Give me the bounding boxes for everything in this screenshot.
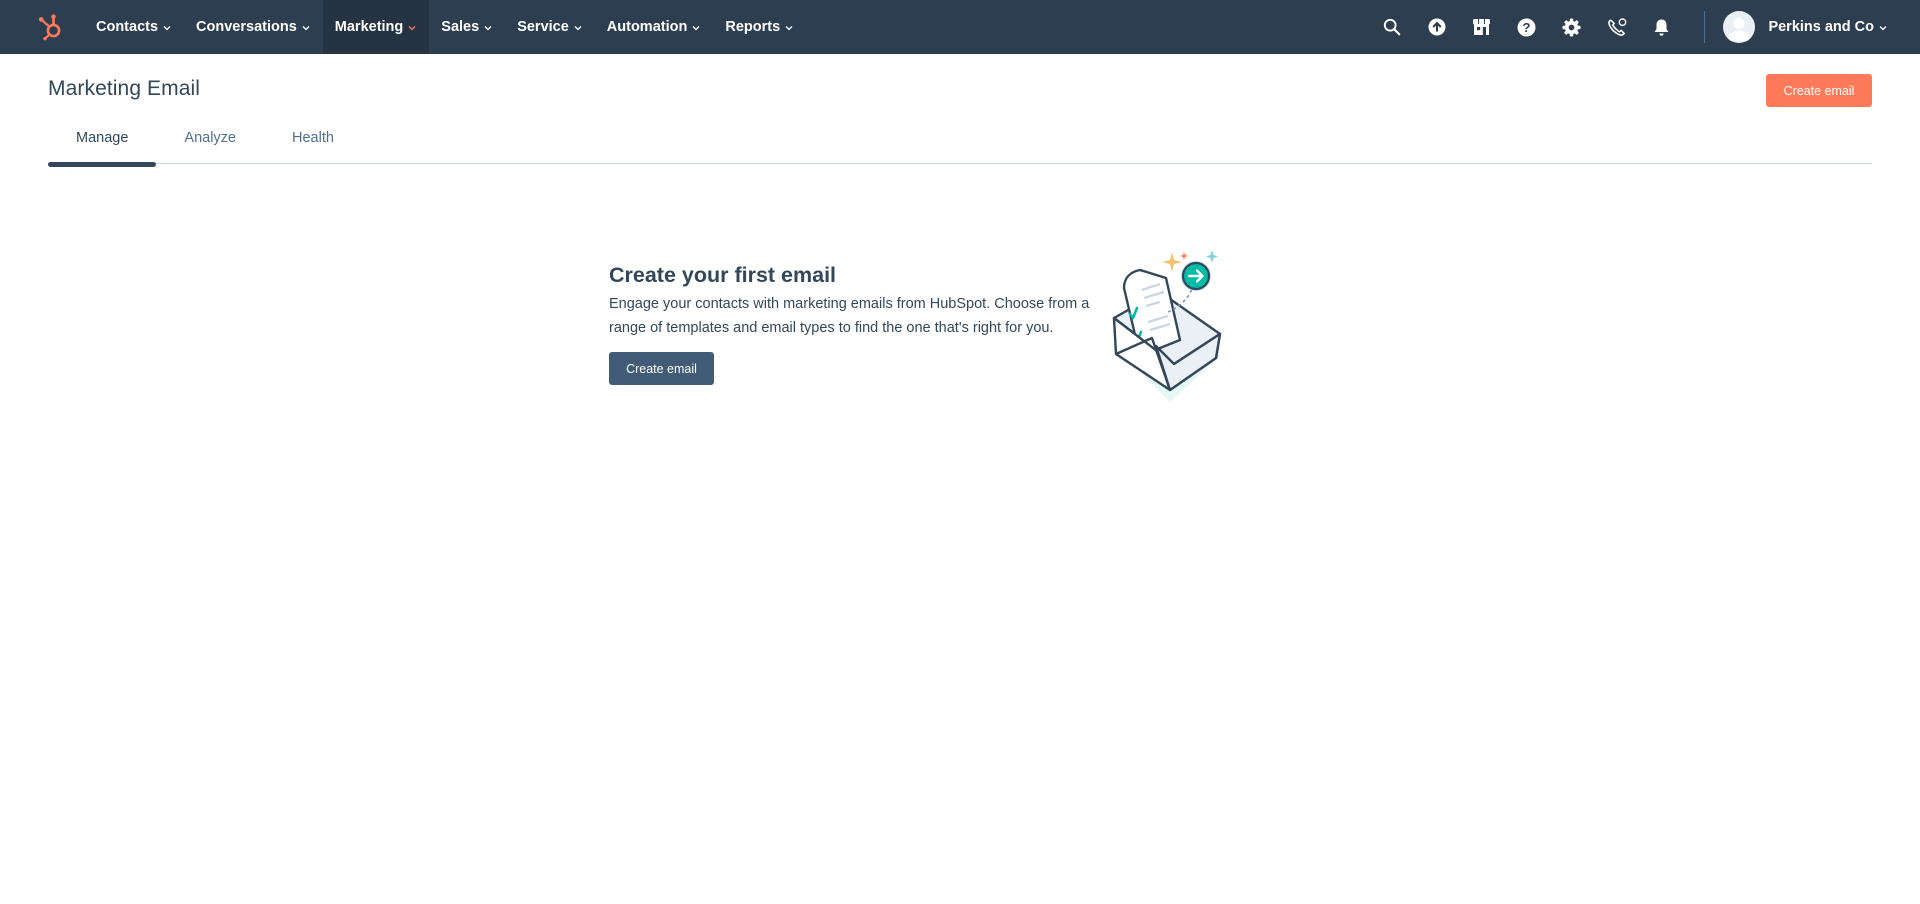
svg-text:?: ? [1523, 20, 1531, 35]
account-name: Perkins and Co [1768, 19, 1874, 35]
nav-item-label: Service [517, 19, 569, 35]
help-button[interactable]: ? [1504, 0, 1549, 54]
settings-button[interactable] [1549, 0, 1594, 54]
chevron-down-icon [574, 26, 582, 31]
hubspot-sprocket-icon [38, 14, 61, 41]
create-email-button[interactable]: Create email [1766, 74, 1872, 107]
nav-item-label: Sales [441, 19, 480, 35]
empty-state-create-email-button[interactable]: Create email [609, 352, 714, 385]
calling-button[interactable] [1594, 0, 1639, 54]
upgrade-icon [1428, 18, 1446, 36]
nav-marketing[interactable]: Marketing [322, 0, 430, 54]
nav-item-label: Automation [606, 19, 688, 35]
nav-contacts[interactable]: Contacts [84, 0, 184, 54]
notifications-button[interactable] [1639, 0, 1684, 54]
nav-item-label: Conversations [196, 19, 297, 35]
nav-item-label: Contacts [96, 19, 159, 35]
settings-icon [1562, 17, 1581, 37]
nav-item-label: Reports [725, 19, 781, 35]
chevron-down-icon [163, 26, 171, 31]
email-envelope-illustration [1112, 250, 1222, 402]
account-menu[interactable]: Perkins and Co [1723, 0, 1920, 54]
chevron-down-icon [692, 26, 700, 31]
marketplace-icon [1473, 19, 1491, 35]
nav-service[interactable]: Service [505, 0, 595, 54]
marketplace-button[interactable] [1459, 0, 1504, 54]
nav-sales[interactable]: Sales [429, 0, 505, 54]
calling-icon [1608, 17, 1627, 36]
chevron-down-icon [484, 26, 492, 31]
chevron-down-icon [302, 26, 310, 31]
empty-state: Create your first email Engage your cont… [609, 262, 1109, 385]
search-button[interactable] [1369, 0, 1414, 54]
tab-health[interactable]: Health [264, 118, 362, 164]
nav-item-label: Marketing [334, 19, 404, 35]
empty-state-description: Engage your contacts with marketing emai… [609, 296, 1090, 336]
tab-manage[interactable]: Manage [48, 118, 157, 167]
page-title: Marketing Email [48, 77, 201, 100]
upgrade-button[interactable] [1414, 0, 1459, 54]
help-icon: ? [1517, 18, 1536, 36]
notifications-icon [1654, 19, 1669, 36]
tab-analyze[interactable]: Analyze [156, 118, 264, 164]
chevron-down-icon [408, 26, 416, 31]
main-menu: Contacts Conversations Marketing Sales S… [84, 0, 806, 54]
nav-conversations[interactable]: Conversations [184, 0, 323, 54]
default-avatar-icon [1727, 17, 1751, 41]
nav-automation[interactable]: Automation [595, 0, 714, 54]
nav-divider [1704, 11, 1706, 43]
chevron-down-icon [785, 26, 793, 31]
search-icon [1383, 18, 1401, 36]
chevron-down-icon [1879, 26, 1887, 31]
hubspot-logo[interactable] [24, 0, 78, 54]
tab-bar: Manage Analyze Health [48, 118, 1872, 167]
empty-state-title: Create your first email [609, 263, 837, 287]
top-navigation-bar: Contacts Conversations Marketing Sales S… [0, 0, 1920, 54]
utility-bar: ? Perkins and Co [1369, 0, 1920, 54]
avatar [1723, 11, 1756, 43]
nav-reports[interactable]: Reports [713, 0, 806, 54]
